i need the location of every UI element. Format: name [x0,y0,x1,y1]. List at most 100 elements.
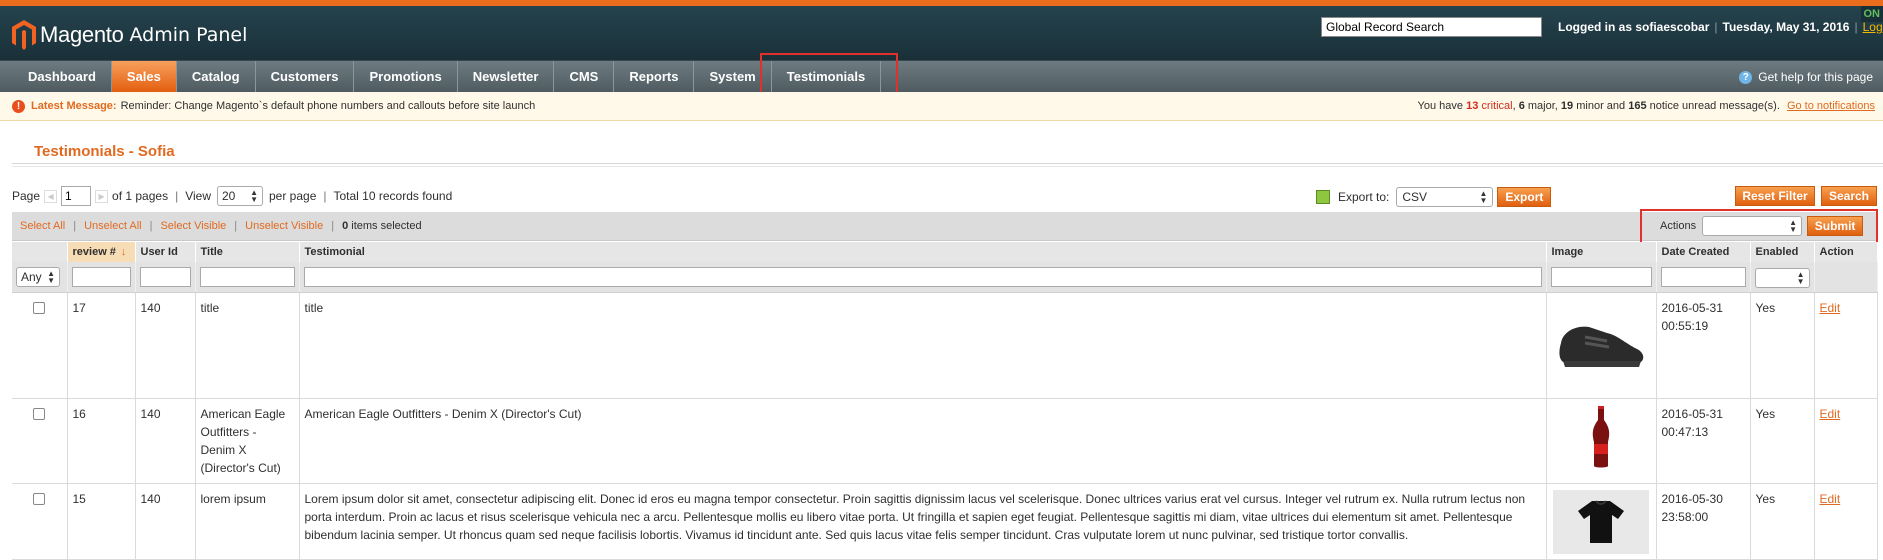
select-all-link[interactable]: Select All [20,220,65,232]
logout-link[interactable]: Log Out [1863,20,1883,34]
help-link[interactable]: ? Get help for this page [1739,61,1873,93]
enabled-cell: Yes [1750,398,1814,483]
testimonial-cell: title [299,292,1546,398]
image-filter-input[interactable] [1551,267,1652,287]
column-header-title[interactable]: Title [195,242,299,262]
edit-link[interactable]: Edit [1820,492,1841,506]
column-header-action: Action [1814,242,1877,262]
search-button[interactable]: Search [1821,186,1877,206]
separator: | [331,220,334,232]
testimonial-cell: American Eagle Outfitters - Denim X (Dir… [299,398,1546,483]
row-checkbox[interactable] [33,493,45,505]
separator: | [150,220,153,232]
table-row[interactable]: 17 140 title title 2016-05-3100:55:19 Ye… [12,292,1877,398]
filter-cell [195,262,299,292]
table-row[interactable]: 16 140 American Eagle Outfitters - Denim… [12,398,1877,483]
export-controls: Export to: CSV ▲▼ Export [1316,187,1551,207]
select-arrows-icon: ▲▼ [250,189,258,203]
nav-sales[interactable]: Sales [112,61,177,92]
column-header-review[interactable]: review #↓ [67,242,135,262]
view-label: View [185,189,211,203]
nav-system[interactable]: System [694,61,771,92]
header-user-info: Logged in as sofiaescobar|Tuesday, May 3… [1558,20,1883,34]
image-cell [1546,483,1656,559]
of-pages-text: of 1 pages [112,189,168,203]
total-records: Total 10 records found [334,189,453,203]
row-checkbox[interactable] [33,302,45,314]
page-input[interactable] [61,186,91,206]
date-created-cell: 2016-05-3100:47:13 [1656,398,1750,483]
select-arrows-icon: ▲▼ [47,270,55,284]
filter-cell [1814,262,1877,292]
column-header-testimonial[interactable]: Testimonial [299,242,1546,262]
filter-cell [1546,262,1656,292]
nav-cms[interactable]: CMS [554,61,614,92]
global-search-input[interactable] [1321,17,1542,37]
column-header-enabled[interactable]: Enabled [1750,242,1814,262]
nav-testimonials[interactable]: Testimonials [772,61,882,92]
nav-reports[interactable]: Reports [614,61,694,92]
separator: | [234,220,237,232]
latest-message-text: Reminder: Change Magento`s default phone… [121,100,536,112]
row-checkbox-cell [12,292,67,398]
testimonial-filter-input[interactable] [304,267,1542,287]
export-format-value: CSV [1402,190,1427,204]
column-header-user-id[interactable]: User Id [135,242,195,262]
prev-page-icon[interactable]: ◀ [44,190,57,203]
column-header-date-created[interactable]: Date Created [1656,242,1750,262]
sort-desc-icon: ↓ [121,246,127,258]
enabled-cell: Yes [1750,483,1814,559]
nav-promotions[interactable]: Promotions [354,61,457,92]
testimonial-cell: Lorem ipsum dolor sit amet, consectetur … [299,483,1546,559]
export-format-select[interactable]: CSV ▲▼ [1396,187,1493,207]
date-created-cell: 2016-05-3023:58:00 [1656,483,1750,559]
bottle-icon [1553,405,1649,471]
nav-newsletter[interactable]: Newsletter [458,61,555,92]
selected-count: 0 items selected [342,220,422,232]
per-page-select[interactable]: 20 ▲▼ [217,186,263,206]
row-checkbox[interactable] [33,408,45,420]
status-badge: ON [1861,6,1883,22]
date-filter-input[interactable] [1661,267,1746,287]
unselect-all-link[interactable]: Unselect All [84,220,141,232]
filter-cell [67,262,135,292]
row-checkbox-cell [12,398,67,483]
go-to-notifications-link[interactable]: Go to notifications [1787,100,1875,112]
action-cell: Edit [1814,398,1877,483]
per-page-label: per page [269,189,316,203]
logo[interactable]: Magento Admin Panel [12,20,247,50]
time-value: 00:55:19 [1662,319,1709,333]
title-divider [12,163,1883,167]
separator: | [1854,20,1857,34]
edit-link[interactable]: Edit [1820,407,1841,421]
nav-dashboard[interactable]: Dashboard [0,61,112,92]
export-label: Export to: [1338,190,1389,204]
reset-filter-button[interactable]: Reset Filter [1735,186,1815,206]
notice-word: notice unread message(s). [1650,100,1780,112]
pager: Page ◀ ▶ of 1 pages | View 20 ▲▼ per pag… [12,186,452,206]
action-cell: Edit [1814,292,1877,398]
user-id-filter-input[interactable] [140,267,191,287]
enabled-filter-select[interactable]: ▲▼ [1755,268,1810,288]
table-row[interactable]: 15 140 lorem ipsum Lorem ipsum dolor sit… [12,483,1877,559]
export-button[interactable]: Export [1497,187,1551,207]
major-word: major [1528,100,1555,112]
action-cell: Edit [1814,483,1877,559]
review-filter-input[interactable] [72,267,131,287]
next-page-icon[interactable]: ▶ [95,190,108,203]
selected-count-label: items selected [351,220,421,232]
header: Magento Admin Panel Logged in as sofiaes… [0,6,1883,60]
review-cell: 17 [67,292,135,398]
nav-catalog[interactable]: Catalog [177,61,256,92]
tshirt-icon [1553,490,1649,554]
nav-customers[interactable]: Customers [256,61,355,92]
edit-link[interactable]: Edit [1820,301,1841,315]
per-page-value: 20 [222,189,235,203]
select-visible-link[interactable]: Select Visible [160,220,226,232]
minor-word: minor and [1576,100,1625,112]
unselect-visible-link[interactable]: Unselect Visible [245,220,323,232]
image-cell [1546,292,1656,398]
column-header-image[interactable]: Image [1546,242,1656,262]
any-filter-select[interactable]: Any ▲▼ [16,267,60,287]
title-filter-input[interactable] [200,267,295,287]
